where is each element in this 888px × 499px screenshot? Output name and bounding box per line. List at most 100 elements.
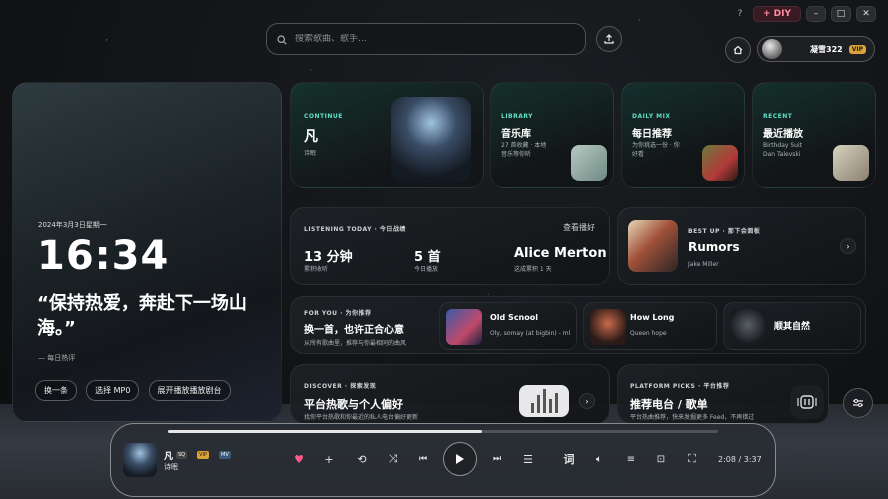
volume-icon: 🔈︎ (596, 453, 602, 465)
continue-album-art (391, 97, 471, 183)
user-profile[interactable]: 凝雪322 VIP (757, 36, 875, 62)
volume-button[interactable]: 🔈︎ (592, 452, 606, 466)
queue-button[interactable]: ☰ (521, 452, 535, 466)
for-you-track-3[interactable]: 顺其自然 (723, 302, 861, 350)
continue-card[interactable]: CONTINUE 凡 诗眠 (290, 82, 484, 188)
heart-icon: ♥ (294, 452, 304, 466)
diy-button[interactable]: + DIY (753, 6, 801, 22)
library-desc: 27 首收藏 · 本地 音乐等你听 (501, 142, 547, 158)
for-you-track-1[interactable]: Old Scnool Oly, somay (at bigbin) - ml - (439, 302, 577, 350)
progress-fill (168, 430, 482, 433)
shuffle-button[interactable]: ⤨ (386, 452, 400, 466)
best-up-artist: Jake Miller (688, 261, 719, 268)
for-you-track-2[interactable]: How Long Queen hope (583, 302, 717, 350)
hero-actions: 换一条 选择 MP0 展开播放播放剧台 (35, 378, 235, 401)
best-up-label: BEST UP · 那下会面板 (688, 228, 761, 235)
next-button[interactable]: ⏭ (490, 452, 504, 466)
track-2-art (590, 309, 626, 345)
recent-thumbnail (833, 145, 869, 181)
focus-icon: ⊡ (656, 453, 666, 465)
platform-picks-card[interactable]: PLATFORM PICKS · 平台推荐 推荐电台 / 歌单 平台热曲推荐，快… (617, 364, 829, 424)
for-you-card: FOR YOU · 为你推荐 换一首，也许正合心意 从所有歌曲里，推荐与你最相同… (290, 296, 866, 354)
stat-artist-caption: 这成累积 1 天 (514, 266, 552, 273)
daily-label: DAILY MIX (632, 113, 671, 120)
daily-desc: 为你挑选一份 · 你 好看 (632, 142, 680, 158)
play-button[interactable] (443, 442, 477, 476)
play-icon (456, 454, 464, 464)
stat-minutes-value: 13 分钟 (304, 250, 353, 265)
track-3-art (730, 309, 766, 345)
maximize-button[interactable]: □ (831, 6, 851, 22)
repeat-icon: ⟲ (357, 452, 367, 466)
recent-label: RECENT (763, 113, 793, 120)
skip-back-icon: ⏮ (418, 454, 428, 464)
discover-title: 平台热歌与个人偏好 (304, 398, 403, 411)
select-mp0-button[interactable]: 选择 MP0 (86, 380, 140, 401)
best-up-title: Rumors (688, 240, 740, 254)
track-2-title: How Long (630, 313, 675, 322)
hero-date: 2024年3月3日星期一 (38, 221, 107, 229)
equalizer-button[interactable]: ≡ (624, 452, 638, 466)
listening-today-card: LISTENING TODAY · 今日战绩 查看播好 13 分钟 累积收听 5… (290, 207, 610, 285)
discover-card[interactable]: DISCOVER · 探索发现 平台热歌与个人偏好 找你平台热歌和你最近的私人电… (290, 364, 610, 424)
help-button[interactable]: ? (733, 6, 747, 22)
platform-label: PLATFORM PICKS · 平台推荐 (630, 383, 730, 390)
sliders-icon (853, 399, 863, 407)
continue-subtitle: 诗眠 (304, 150, 317, 157)
stat-plays-caption: 今日播放 (414, 266, 439, 273)
platform-title: 推荐电台 / 歌单 (630, 398, 708, 411)
player-album-art[interactable] (123, 443, 157, 477)
stat-plays-value: 5 首 (414, 250, 441, 265)
home-icon (733, 45, 743, 55)
stat-minutes-caption: 累积收听 (304, 266, 329, 273)
settings-toggle-button[interactable] (843, 388, 873, 418)
avatar (762, 39, 782, 59)
lyrics-button[interactable]: 词 (562, 452, 576, 466)
listening-link[interactable]: 查看播好 (563, 222, 595, 233)
track-1-art (446, 309, 482, 345)
library-label: LIBRARY (501, 113, 534, 120)
upload-button[interactable] (596, 26, 622, 52)
discover-label: DISCOVER · 探索发现 (304, 383, 377, 390)
repeat-button[interactable]: ⟲ (355, 452, 369, 466)
radio-icon (790, 385, 824, 419)
stat-artist-value: Alice Merton (514, 246, 607, 261)
skip-forward-icon: ⏭ (492, 454, 502, 464)
fullscreen-icon: ⛶ (688, 452, 696, 465)
add-to-playlist-button[interactable]: + (322, 452, 336, 466)
list-icon: ☰ (523, 452, 533, 466)
player-artist: 诗眠 (164, 463, 178, 471)
change-quote-button[interactable]: 换一条 (35, 380, 77, 401)
listening-label: LISTENING TODAY · 今日战绩 (304, 226, 406, 233)
previous-button[interactable]: ⏮ (416, 452, 430, 466)
platform-desc: 平台热曲推荐，快来发掘更多 Feed，不再错过 (630, 414, 755, 421)
home-button[interactable] (725, 37, 751, 63)
quality-tag: SQ (176, 451, 188, 459)
fullscreen-button[interactable]: ⛶ (685, 452, 699, 466)
best-up-card[interactable]: BEST UP · 那下会面板 Rumors Jake Miller › (617, 207, 866, 285)
search-bar[interactable] (266, 23, 586, 55)
search-input[interactable] (295, 34, 565, 44)
minimize-button[interactable]: – (806, 6, 826, 22)
library-card[interactable]: LIBRARY 音乐库 27 首收藏 · 本地 音乐等你听 (490, 82, 614, 188)
for-you-desc: 从所有歌曲里，推荐与你最相同的曲风 (304, 340, 407, 347)
vip-badge: VIP (848, 44, 866, 54)
screenshot-button[interactable]: ⊡ (654, 452, 668, 466)
hero-time: 16:34 (37, 233, 170, 279)
expand-player-button[interactable]: 展开播放播放剧台 (148, 380, 231, 401)
progress-track[interactable] (168, 430, 718, 433)
daily-thumbnail (702, 145, 738, 181)
mv-tag: MV (219, 451, 231, 459)
recent-title: 最近播放 (763, 129, 803, 140)
best-up-album-art (628, 220, 678, 272)
recent-card[interactable]: RECENT 最近播放 Birthday Suit Dan Talevski (752, 82, 876, 188)
best-up-next-button[interactable]: › (840, 238, 856, 254)
discover-next-button[interactable]: › (579, 393, 595, 409)
like-button[interactable]: ♥ (292, 452, 306, 466)
library-title: 音乐库 (501, 129, 531, 140)
track-1-artist: Oly, somay (at bigbin) - ml - (490, 330, 572, 337)
daily-mix-card[interactable]: DAILY MIX 每日推荐 为你挑选一份 · 你 好看 (621, 82, 745, 188)
close-button[interactable]: ✕ (856, 6, 876, 22)
discover-desc: 找你平台热歌和你最近的私人电台偏好更新 (304, 414, 419, 421)
search-icon (277, 30, 287, 49)
